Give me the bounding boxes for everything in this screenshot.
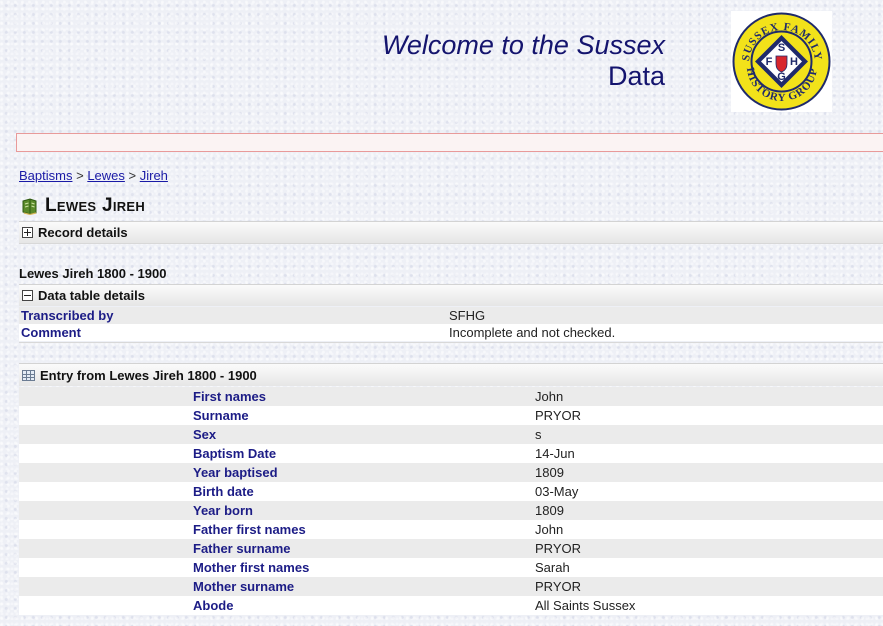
row-value: 14-Jun: [535, 446, 575, 461]
breadcrumb-lewes[interactable]: Lewes: [87, 168, 125, 183]
logo-letter-f: F: [766, 56, 773, 68]
row-label: Abode: [193, 598, 234, 613]
breadcrumb-baptisms[interactable]: Baptisms: [19, 168, 72, 183]
sfhg-logo[interactable]: SUSSEX FAMILY HISTORY GROUP S F H G: [731, 11, 832, 112]
table-row: Year born 1809: [19, 501, 883, 520]
row-value: John: [535, 522, 564, 537]
data-table-details-label: Data table details: [38, 288, 145, 303]
row-label: Father surname: [193, 541, 291, 556]
row-value: PRYOR: [535, 579, 581, 594]
dataset-subtitle: Lewes Jireh 1800 - 1900: [19, 266, 167, 281]
book-icon: [22, 197, 37, 215]
row-value: PRYOR: [535, 408, 581, 423]
row-value: 1809: [535, 465, 564, 480]
row-label: Baptism Date: [193, 446, 277, 461]
row-label: Father first names: [193, 522, 306, 537]
row-label: Comment: [21, 325, 81, 340]
row-label: Year baptised: [193, 465, 278, 480]
table-row: Surname PRYOR: [19, 406, 883, 425]
page-title: Lewes Jireh: [21, 195, 145, 217]
row-value: All Saints Sussex: [535, 598, 636, 613]
entry-header-label: Entry from Lewes Jireh 1800 - 1900: [40, 367, 257, 383]
row-label: Mother first names: [193, 560, 310, 575]
collapse-minus-icon: [22, 290, 33, 301]
logo-letter-g: G: [777, 71, 786, 83]
row-label: Surname: [193, 408, 249, 423]
section-divider: [19, 243, 883, 244]
row-label: Birth date: [193, 484, 254, 499]
table-row: First names John: [19, 387, 883, 406]
row-value: Incomplete and not checked.: [449, 325, 616, 340]
welcome-heading: Welcome to the Sussex Data: [382, 30, 665, 92]
page-title-text: Lewes Jireh: [45, 195, 146, 216]
table-row: Comment Incomplete and not checked.: [19, 324, 883, 341]
row-label: Mother surname: [193, 579, 295, 594]
row-value: Sarah: [535, 560, 570, 575]
table-row: Sex s: [19, 425, 883, 444]
table-row: Transcribed by SFHG: [19, 307, 883, 324]
table-row: Year baptised 1809: [19, 463, 883, 482]
row-label: Sex: [193, 427, 217, 442]
logo-letter-h: H: [790, 56, 798, 68]
row-label: Year born: [193, 503, 253, 518]
table-row: Father surname PRYOR: [19, 539, 883, 558]
logo-emblem-icon: SUSSEX FAMILY HISTORY GROUP S F H G: [731, 11, 832, 112]
table-icon: [22, 369, 35, 381]
breadcrumb: Baptisms > Lewes > Jireh: [19, 168, 168, 183]
row-value: SFHG: [449, 308, 486, 323]
section-divider: [19, 342, 883, 343]
notice-bar: [16, 133, 883, 152]
breadcrumb-separator: >: [76, 168, 84, 183]
record-details-toggle[interactable]: Record details: [19, 221, 883, 243]
row-value: 1809: [535, 503, 564, 518]
entry-table: First names John Surname PRYOR Sex s Baptis…: [19, 387, 883, 615]
table-row: Mother surname PRYOR: [19, 577, 883, 596]
welcome-line-1: Welcome to the Sussex: [381, 30, 665, 60]
breadcrumb-jireh[interactable]: Jireh: [140, 168, 168, 183]
row-value: PRYOR: [535, 541, 581, 556]
table-row: Mother first names Sarah: [19, 558, 883, 577]
logo-letter-s: S: [778, 42, 785, 54]
breadcrumb-separator: >: [128, 168, 137, 183]
welcome-line-2: Data: [607, 61, 665, 91]
table-row: Abode All Saints Sussex: [19, 596, 883, 615]
table-row: Father first names John: [19, 520, 883, 539]
row-value: 03-May: [535, 484, 579, 499]
data-table-details-toggle[interactable]: Data table details: [19, 284, 883, 306]
record-details-label: Record details: [38, 225, 128, 240]
row-value: John: [535, 389, 564, 404]
row-label: Transcribed by: [21, 308, 114, 323]
expand-plus-icon: [22, 227, 33, 238]
row-value: s: [535, 427, 542, 442]
entry-header: Entry from Lewes Jireh 1800 - 1900: [19, 363, 883, 386]
row-label: First names: [193, 389, 266, 404]
table-row: Birth date 03-May: [19, 482, 883, 501]
data-table-details-table: Transcribed by SFHG Comment Incomplete a…: [19, 307, 883, 341]
table-row: Baptism Date 14-Jun: [19, 444, 883, 463]
